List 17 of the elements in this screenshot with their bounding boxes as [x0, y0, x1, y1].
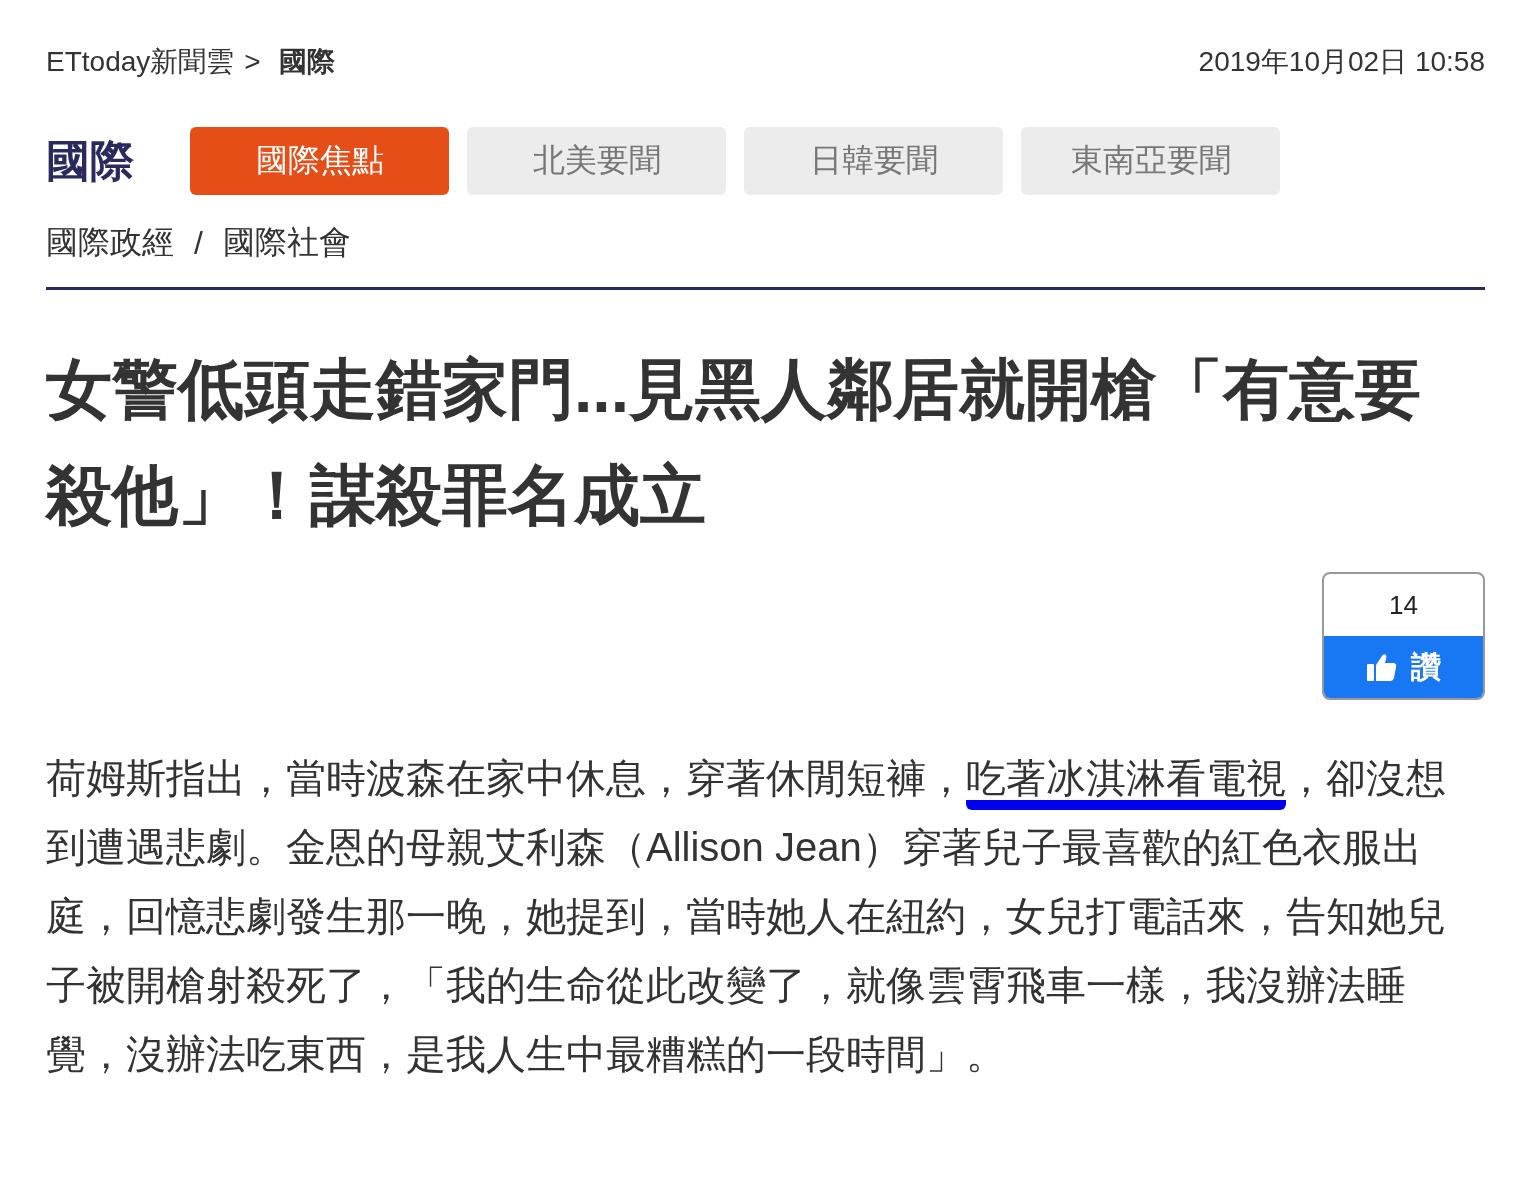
thumbs-up-icon	[1366, 653, 1397, 681]
like-button[interactable]: 讚	[1324, 636, 1483, 698]
like-count: 14	[1388, 588, 1419, 622]
sublink[interactable]: 國際政經	[46, 221, 174, 265]
category-tab[interactable]: 東南亞要聞	[1021, 127, 1280, 195]
sublink-separator: /	[194, 224, 203, 262]
category-tab[interactable]: 北美要聞	[467, 127, 726, 195]
breadcrumb-current: 國際	[278, 45, 335, 79]
category-tab[interactable]: 國際焦點	[190, 127, 449, 195]
category-tab[interactable]: 日韓要聞	[744, 127, 1003, 195]
breadcrumb-separator: >	[244, 46, 261, 78]
sublink[interactable]: 國際社會	[222, 221, 351, 265]
article-paragraph: 荷姆斯指出，當時波森在家中休息，穿著休閒短褲，吃著冰淇淋看電視，卻沒想到遭遇悲劇。金恩的母親艾利森（Allison Jean）穿著兒子最喜歡的紅色衣服出庭，回憶悲劇發生那一晚，她提到，當時她人在紐約，女兒打電話來，告知她兒子被開槍射殺死了，「我的生命從此改變了，就像雲霄飛車一樣，我沒辦法睡覺，沒辦法吃東西，是我人生中最糟糕的一段時間」。	[46, 755, 1447, 1078]
breadcrumb-link[interactable]: ETtoday新聞雲	[46, 43, 235, 81]
headline: 女警低頭走錯家門...見黑人鄰居就開槍「有意要殺他」！謀殺罪名成立	[46, 351, 1422, 534]
publish-date: 2019年10月02日 10:58	[1198, 45, 1485, 79]
section-title: 國際	[46, 134, 134, 187]
